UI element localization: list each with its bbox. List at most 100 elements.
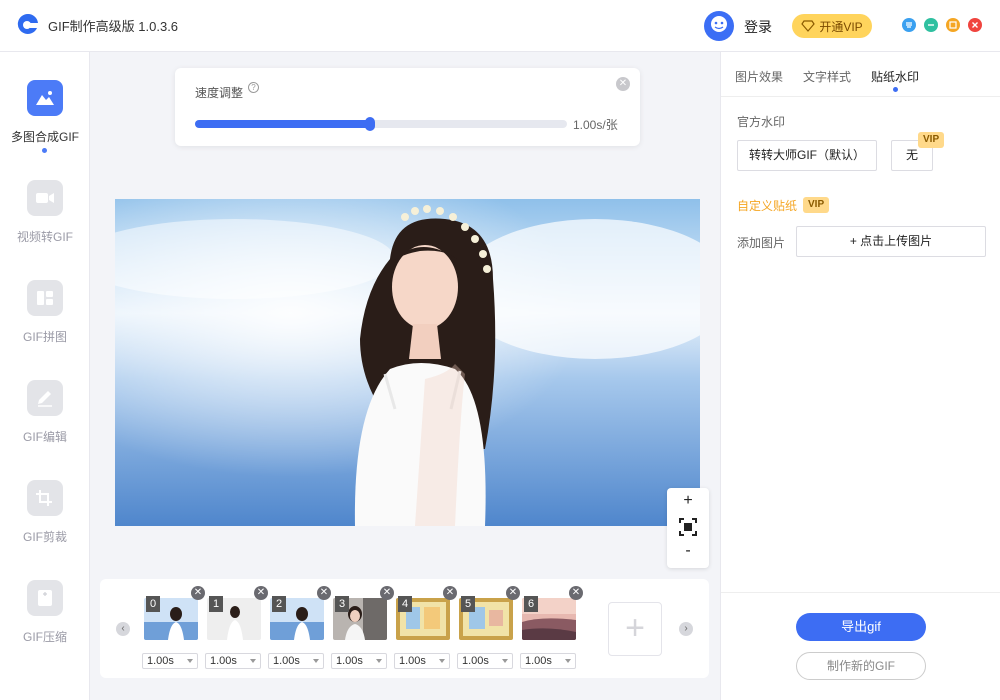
sidebar-item-label: 视频转GIF [17, 230, 73, 244]
frame-strip: ‹ 0 ✕ 1.00s 1 ✕ 1.00s 2 ✕ 1.00s 3 ✕ 1.00… [100, 579, 709, 678]
close-window-button[interactable] [968, 18, 982, 32]
sidebar-item-label: GIF拼图 [23, 330, 67, 344]
zoom-in-button[interactable]: + [667, 492, 709, 510]
custom-sticker-label: 自定义贴纸 [737, 199, 798, 213]
watermark-default-option[interactable]: 转转大师GIF（默认） [737, 140, 877, 171]
preview-photo [115, 199, 700, 526]
tab-sticker-watermark[interactable]: 贴纸水印 [871, 68, 919, 85]
frame-duration-select[interactable]: 1.00s [142, 653, 198, 669]
sidebar-item-label: GIF压缩 [23, 630, 67, 644]
sidebar-item-gif-compress[interactable]: GIF压缩 [0, 580, 90, 670]
tab-image-effects[interactable]: 图片效果 [735, 68, 783, 85]
frame-index: 4 [398, 596, 412, 612]
frame-duration-select[interactable]: 1.00s [331, 653, 387, 669]
frame-duration-value: 1.00s [462, 655, 489, 667]
sidebar-item-gif-crop[interactable]: GIF剪裁 [0, 480, 90, 570]
title-bar: GIF制作高级版 1.0.3.6 登录 开通VIP [0, 0, 1000, 52]
speed-value: 1.00s/张 [573, 118, 618, 132]
remove-frame-button[interactable]: ✕ [191, 586, 205, 600]
sidebar-item-video-to-gif[interactable]: 视频转GIF [0, 180, 90, 270]
vip-badge: VIP [918, 132, 945, 148]
active-indicator [42, 148, 47, 153]
fit-screen-button[interactable] [667, 516, 709, 538]
tab-bar: 图片效果 文字样式 贴纸水印 [721, 52, 1000, 97]
crop-icon [27, 480, 63, 516]
frame-index: 2 [272, 596, 286, 612]
frame-item[interactable]: 3 ✕ 1.00s [331, 586, 394, 673]
diamond-icon [801, 20, 816, 32]
frame-duration-select[interactable]: 1.00s [205, 653, 261, 669]
export-gif-button[interactable]: 导出gif [796, 613, 926, 641]
chevron-down-icon [565, 659, 571, 663]
menu-window-button[interactable] [902, 18, 916, 32]
mountain-image-icon [27, 80, 63, 116]
frame-index: 3 [335, 596, 349, 612]
minimize-window-button[interactable] [924, 18, 938, 32]
user-face-icon [711, 16, 727, 32]
frame-duration-value: 1.00s [147, 655, 174, 667]
sidebar-item-gif-edit[interactable]: GIF编辑 [0, 380, 90, 470]
app-title: GIF制作高级版 1.0.3.6 [48, 19, 179, 34]
maximize-window-button[interactable] [946, 18, 960, 32]
app-logo-icon [17, 13, 38, 34]
upload-image-button[interactable]: + 点击上传图片 [796, 226, 986, 257]
speed-title: 速度调整 [195, 86, 244, 100]
maximize-icon [949, 21, 957, 29]
chevron-down-icon [187, 659, 193, 663]
menu-icon [906, 22, 912, 28]
close-speed-panel-button[interactable]: ✕ [616, 77, 630, 91]
chevron-down-icon [502, 659, 508, 663]
frame-item[interactable]: 6 ✕ 1.00s [520, 586, 583, 673]
chevron-down-icon [376, 659, 382, 663]
sidebar-item-label: GIF编辑 [23, 430, 67, 444]
frame-duration-select[interactable]: 1.00s [394, 653, 450, 669]
frame-index: 1 [209, 596, 223, 612]
remove-frame-button[interactable]: ✕ [569, 586, 583, 600]
frame-item[interactable]: 1 ✕ 1.00s [205, 586, 268, 673]
tab-text-style[interactable]: 文字样式 [803, 68, 851, 85]
remove-frame-button[interactable]: ✕ [380, 586, 394, 600]
remove-frame-button[interactable]: ✕ [317, 586, 331, 600]
strip-prev-button[interactable]: ‹ [116, 622, 130, 636]
frame-duration-select[interactable]: 1.00s [457, 653, 513, 669]
compress-icon [27, 580, 63, 616]
preview-image [115, 199, 700, 526]
frame-item[interactable]: 4 ✕ 1.00s [394, 586, 457, 673]
frame-duration-value: 1.00s [210, 655, 237, 667]
sidebar-item-multi-image-gif[interactable]: 多图合成GIF [0, 80, 90, 170]
frame-item[interactable]: 2 ✕ 1.00s [268, 586, 331, 673]
remove-frame-button[interactable]: ✕ [506, 586, 520, 600]
collage-icon [27, 280, 63, 316]
sidebar-item-label: 多图合成GIF [11, 130, 79, 144]
new-gif-button[interactable]: 制作新的GIF [796, 652, 926, 680]
frame-duration-value: 1.00s [399, 655, 426, 667]
remove-frame-button[interactable]: ✕ [254, 586, 268, 600]
speed-slider[interactable] [195, 117, 567, 131]
sidebar: 多图合成GIF 视频转GIF GIF拼图 GIF编辑 GIF剪裁 GIF压缩 [0, 52, 90, 700]
add-frame-button[interactable]: + [608, 602, 662, 656]
frame-duration-select[interactable]: 1.00s [520, 653, 576, 669]
close-icon [972, 22, 978, 28]
active-tab-indicator [893, 87, 898, 92]
frame-duration-value: 1.00s [525, 655, 552, 667]
right-panel: 图片效果 文字样式 贴纸水印 官方水印 转转大师GIF（默认） 无 VIP 自定… [720, 52, 1000, 700]
strip-next-button[interactable]: › [679, 622, 693, 636]
login-link[interactable]: 登录 [744, 17, 772, 37]
frame-item[interactable]: 0 ✕ 1.00s [142, 586, 205, 673]
official-watermark-label: 官方水印 [737, 115, 786, 129]
chevron-down-icon [439, 659, 445, 663]
frame-item[interactable]: 5 ✕ 1.00s [457, 586, 520, 673]
zoom-out-button[interactable]: - [667, 542, 709, 560]
speed-slider-thumb[interactable] [364, 117, 375, 131]
vip-badge: VIP [803, 197, 830, 213]
open-vip-button[interactable]: 开通VIP [792, 14, 872, 38]
avatar[interactable] [704, 11, 734, 41]
frame-index: 5 [461, 596, 475, 612]
frame-duration-select[interactable]: 1.00s [268, 653, 324, 669]
help-icon[interactable]: ? [248, 82, 259, 93]
add-image-label: 添加图片 [737, 236, 786, 250]
fit-screen-icon [679, 518, 697, 536]
sidebar-item-gif-collage[interactable]: GIF拼图 [0, 280, 90, 370]
remove-frame-button[interactable]: ✕ [443, 586, 457, 600]
frame-duration-value: 1.00s [273, 655, 300, 667]
